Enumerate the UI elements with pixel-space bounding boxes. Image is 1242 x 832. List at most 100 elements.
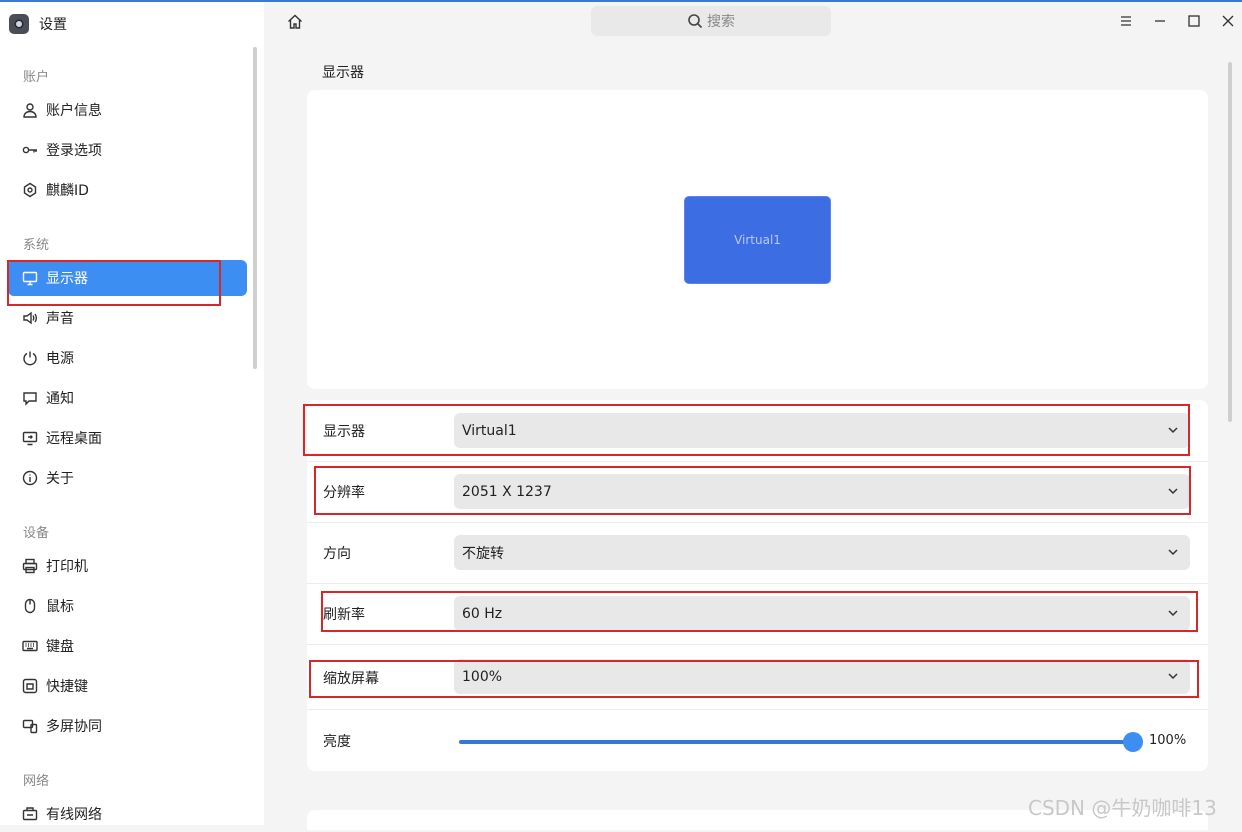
sidebar-item-label: 账户信息 — [46, 103, 102, 119]
brightness-value: 100% — [1149, 733, 1187, 748]
maximize-button[interactable] — [1185, 12, 1203, 30]
sidebar-item-label: 麒麟ID — [46, 183, 89, 199]
sidebar-item-label: 远程桌面 — [46, 431, 102, 447]
chevron-down-icon — [1166, 545, 1180, 559]
brightness-slider-track[interactable] — [459, 740, 1133, 744]
sidebar-item-notification[interactable]: 通知 — [8, 380, 247, 416]
sidebar-scrollbar[interactable] — [253, 47, 257, 369]
orientation-select[interactable]: 不旋转 — [454, 535, 1190, 570]
display-value: Virtual1 — [462, 422, 517, 439]
sidebar-item-label: 快捷键 — [46, 679, 88, 695]
sidebar-item-account-info[interactable]: 账户信息 — [8, 92, 247, 128]
setting-row-brightness: 亮度 100% — [307, 710, 1208, 771]
brightness-slider-thumb[interactable] — [1123, 732, 1143, 752]
setting-row-refresh-rate: 刷新率 60 Hz — [307, 583, 1208, 645]
display-preview-card: Virtual1 — [307, 90, 1208, 389]
resolution-value: 2051 X 1237 — [462, 483, 552, 500]
shortcut-icon — [22, 678, 38, 694]
sidebar-item-label: 有线网络 — [46, 807, 102, 823]
sidebar-item-kylin-id[interactable]: 麒麟ID — [8, 172, 247, 208]
brightness-label: 亮度 — [323, 733, 351, 750]
menu-icon — [1121, 16, 1131, 26]
scale-value: 100% — [462, 668, 503, 685]
power-icon — [22, 350, 38, 366]
sidebar-item-multiscreen[interactable]: 多屏协同 — [8, 708, 247, 744]
refresh-rate-select[interactable]: 60 Hz — [454, 596, 1190, 631]
settings-app-icon — [9, 14, 29, 34]
sidebar-item-sound[interactable]: 声音 — [8, 300, 247, 336]
user-icon — [22, 102, 38, 118]
mouse-icon — [22, 598, 38, 614]
display-settings-card: 显示器 Virtual1 分辨率 2051 X 1237 方向 不旋转 刷新率 … — [307, 400, 1208, 771]
chevron-down-icon — [1166, 606, 1180, 620]
info-icon — [22, 470, 38, 486]
sidebar-item-label: 显示器 — [46, 271, 88, 287]
sidebar-item-label: 键盘 — [46, 639, 74, 655]
chevron-down-icon — [1166, 484, 1180, 498]
menu-button[interactable] — [1117, 12, 1135, 30]
sidebar-item-printer[interactable]: 打印机 — [8, 548, 247, 584]
sidebar-item-label: 通知 — [46, 391, 74, 407]
sidebar-item-display[interactable]: 显示器 — [8, 260, 247, 296]
sidebar-item-label: 多屏协同 — [46, 719, 102, 735]
printer-icon — [22, 558, 38, 574]
app-header: 设置 — [9, 12, 67, 36]
setting-row-resolution: 分辨率 2051 X 1237 — [307, 461, 1208, 523]
monitor-preview-label: Virtual1 — [734, 233, 781, 247]
sidebar-item-login-options[interactable]: 登录选项 — [8, 132, 247, 168]
minimize-icon — [1155, 20, 1165, 22]
minimize-button[interactable] — [1151, 12, 1169, 30]
sidebar-item-mouse[interactable]: 鼠标 — [8, 588, 247, 624]
section-title-system: 系统 — [23, 238, 50, 253]
section-title-account: 账户 — [23, 70, 50, 85]
sidebar-item-label: 电源 — [46, 351, 74, 367]
refresh-rate-label: 刷新率 — [323, 606, 365, 623]
maximize-icon — [1188, 15, 1200, 27]
section-title-network: 网络 — [23, 774, 50, 789]
monitor-preview[interactable]: Virtual1 — [684, 196, 831, 284]
sidebar-item-about[interactable]: 关于 — [8, 460, 247, 496]
sidebar-item-power[interactable]: 电源 — [8, 340, 247, 376]
setting-row-scale: 缩放屏幕 100% — [307, 646, 1208, 710]
setting-row-display: 显示器 Virtual1 — [307, 400, 1208, 462]
search-icon — [688, 14, 703, 29]
sidebar: 设置 账户 账户信息 登录选项 麒麟ID 系统 显示器 声音 电源 通知 远程桌… — [0, 2, 264, 825]
scale-label: 缩放屏幕 — [323, 670, 379, 687]
orientation-label: 方向 — [323, 545, 351, 562]
sidebar-item-keyboard[interactable]: 键盘 — [8, 628, 247, 664]
sidebar-item-label: 关于 — [46, 471, 74, 487]
page-title: 显示器 — [322, 65, 364, 81]
multiscreen-icon — [22, 718, 38, 734]
main-panel: 搜索 显示器 Virtual1 显示器 Virtual1 分辨率 2051 X … — [264, 2, 1242, 830]
watermark: CSDN @牛奶咖啡13 — [1028, 796, 1217, 820]
sidebar-item-wired-network[interactable]: 有线网络 — [8, 796, 247, 832]
speaker-icon — [22, 310, 38, 326]
main-scrollbar[interactable] — [1228, 62, 1232, 422]
keyboard-icon — [22, 638, 38, 654]
scale-select[interactable]: 100% — [454, 659, 1190, 694]
search-placeholder: 搜索 — [707, 14, 735, 30]
app-title: 设置 — [39, 17, 67, 33]
chevron-down-icon — [1166, 423, 1180, 437]
section-title-devices: 设备 — [23, 526, 50, 541]
resolution-label: 分辨率 — [323, 484, 365, 501]
notification-icon — [22, 390, 38, 406]
display-select[interactable]: Virtual1 — [454, 413, 1190, 448]
wired-network-icon — [22, 806, 38, 822]
chevron-down-icon — [1166, 669, 1180, 683]
search-box[interactable]: 搜索 — [591, 6, 831, 36]
close-button[interactable] — [1219, 12, 1237, 30]
sidebar-item-label: 声音 — [46, 311, 74, 327]
sidebar-item-remote-desktop[interactable]: 远程桌面 — [8, 420, 247, 456]
sidebar-item-label: 鼠标 — [46, 599, 74, 615]
setting-row-orientation: 方向 不旋转 — [307, 522, 1208, 584]
home-icon[interactable] — [286, 13, 304, 31]
resolution-select[interactable]: 2051 X 1237 — [454, 474, 1190, 509]
remote-desktop-icon — [22, 430, 38, 446]
sidebar-item-label: 打印机 — [46, 559, 88, 575]
monitor-icon — [22, 270, 38, 286]
display-label: 显示器 — [323, 423, 365, 440]
sidebar-item-shortcuts[interactable]: 快捷键 — [8, 668, 247, 704]
close-icon — [1222, 15, 1234, 27]
key-icon — [22, 142, 38, 158]
